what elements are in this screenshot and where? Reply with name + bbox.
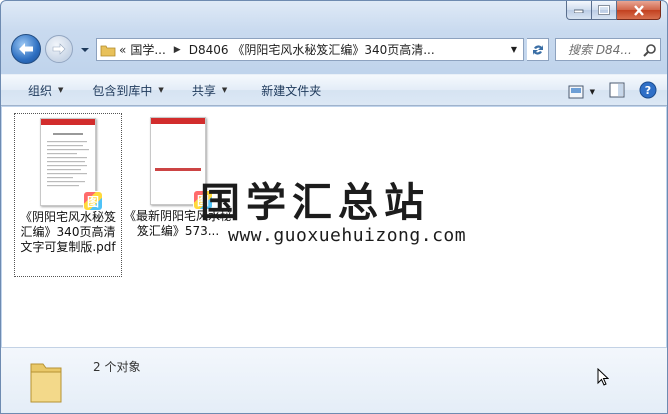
search-placeholder: 搜索 D84...: [568, 43, 632, 57]
forward-button[interactable]: [45, 35, 73, 63]
chevron-down-icon: ▼: [158, 86, 164, 94]
refresh-icon: [532, 44, 543, 55]
file-list-pane[interactable]: 图 《阴阳宅风水秘笈汇编》340页高清文字可复制版.pdf 图 《最新阴阳宅风水…: [2, 107, 666, 347]
pdf-thumbnail: 图: [150, 117, 213, 210]
breadcrumb-overflow[interactable]: «: [119, 43, 130, 57]
folder-icon: [97, 43, 119, 57]
address-dropdown-icon[interactable]: ▼: [505, 45, 523, 54]
maximize-button[interactable]: [592, 1, 617, 20]
file-name[interactable]: 《阴阳宅风水秘笈汇编》340页高清文字可复制版.pdf: [15, 210, 121, 255]
breadcrumb-separator-icon[interactable]: ▶: [166, 45, 189, 55]
minimize-icon: [574, 9, 584, 13]
include-in-library-label: 包含到库中: [92, 83, 153, 98]
breadcrumb-item-current[interactable]: D8406 《阴阳宅风水秘笈汇编》340页高清...: [189, 41, 435, 58]
watermark-url: www.guoxuehuizong.com: [228, 225, 467, 246]
mouse-cursor-icon: [597, 367, 610, 389]
watermark-title: 国学汇总站: [200, 180, 430, 226]
back-arrow-icon: [19, 43, 33, 55]
preview-pane-button[interactable]: [609, 82, 625, 101]
minimize-button[interactable]: [566, 1, 592, 20]
include-in-library-button[interactable]: 包含到库中 ▼: [92, 82, 163, 99]
toolbar-right-group: ▼ ?: [568, 81, 657, 102]
view-icon: [568, 85, 584, 98]
address-bar[interactable]: « 国学... ▶ D8406 《阴阳宅风水秘笈汇编》340页高清... ▼: [96, 38, 524, 61]
new-folder-button[interactable]: 新建文件夹: [261, 82, 321, 99]
breadcrumb-item-root[interactable]: 国学...: [130, 41, 165, 58]
organize-label: 组织: [28, 83, 53, 98]
search-icon[interactable]: [640, 43, 660, 57]
back-button[interactable]: [11, 34, 41, 64]
app-badge-icon: 图: [83, 191, 103, 211]
item-count: 2 个对象: [93, 360, 141, 374]
chevron-down-icon[interactable]: ▼: [590, 88, 595, 96]
forward-arrow-icon: [52, 43, 66, 55]
file-item[interactable]: 图 《阴阳宅风水秘笈汇编》340页高清文字可复制版.pdf: [14, 113, 122, 277]
close-icon: [633, 4, 644, 16]
organize-button[interactable]: 组织 ▼: [28, 82, 63, 99]
chevron-down-icon: ▼: [58, 86, 64, 94]
chevron-down-icon: ▼: [221, 86, 228, 94]
change-view-button[interactable]: ▼: [568, 85, 595, 99]
caption-buttons: [566, 1, 661, 21]
explorer-window: « 国学... ▶ D8406 《阴阳宅风水秘笈汇编》340页高清... ▼ 搜…: [0, 0, 668, 414]
share-label: 共享: [191, 83, 216, 98]
breadcrumb: « 国学... ▶ D8406 《阴阳宅风水秘笈汇编》340页高清...: [119, 41, 505, 58]
navigation-bar: « 国学... ▶ D8406 《阴阳宅风水秘笈汇编》340页高清... ▼ 搜…: [1, 31, 667, 69]
details-pane: 2 个对象: [1, 347, 667, 413]
folder-icon: [29, 356, 63, 407]
close-button[interactable]: [617, 1, 661, 20]
refresh-button[interactable]: [527, 38, 549, 61]
search-input[interactable]: 搜索 D84...: [555, 38, 661, 61]
new-folder-label: 新建文件夹: [261, 83, 322, 98]
maximize-icon: [598, 5, 610, 15]
command-toolbar: 组织 ▼ 包含到库中 ▼ 共享 ▼ 新建文件夹 ▼ ?: [1, 74, 667, 106]
help-button[interactable]: ?: [639, 81, 657, 102]
help-icon: ?: [639, 81, 657, 99]
chevron-down-icon: [81, 48, 89, 52]
share-button[interactable]: 共享 ▼: [192, 82, 227, 99]
svg-text:?: ?: [645, 84, 651, 97]
recent-pages-dropdown[interactable]: [80, 44, 90, 54]
pdf-thumbnail: 图: [40, 118, 103, 211]
preview-pane-icon: [609, 82, 625, 98]
